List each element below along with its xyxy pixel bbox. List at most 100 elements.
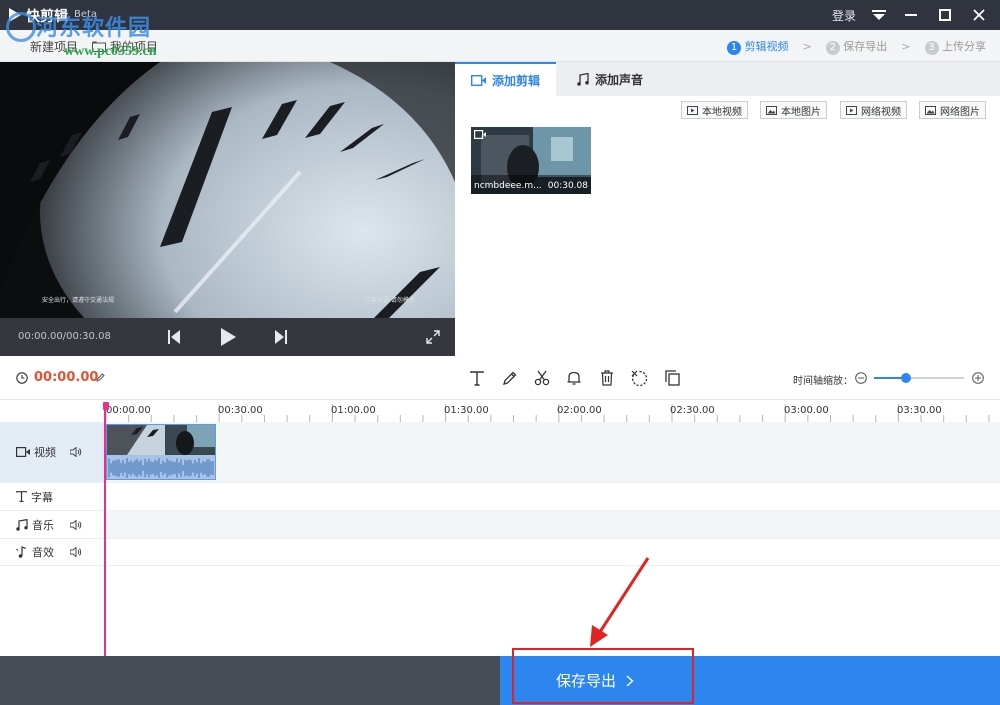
playhead[interactable] [104, 404, 106, 656]
step-edit-label: 剪辑视频 [744, 40, 789, 53]
delete-icon[interactable] [598, 369, 616, 387]
playback-controls: 00:00.00/00:30.08 [0, 318, 455, 356]
music-track: 音乐 [0, 510, 1000, 538]
music-track-label: 音乐 [32, 518, 54, 532]
timeline-clip-thumbnail [107, 425, 215, 479]
step-export-label: 保存导出 [843, 40, 888, 53]
online-image-label: 网络图片 [940, 106, 980, 118]
step-indicator: 1 剪辑视频 > 2 保存导出 > 3 上传分享 [727, 38, 986, 55]
scissors-icon[interactable] [533, 369, 551, 387]
tab-add-clip[interactable]: 添加剪辑 [455, 62, 557, 96]
subtitle-track-body[interactable] [104, 483, 1000, 510]
ruler-tick-label: 01:00.00 [331, 405, 376, 416]
sound-effect-icon [16, 546, 27, 558]
previous-frame-icon[interactable] [165, 328, 183, 346]
clip-duration: 00:30.08 [547, 181, 588, 191]
preview-caption-right: 广告标语 请勿模仿 [365, 297, 415, 304]
media-tabs: 添加剪辑 添加声音 [455, 62, 1000, 96]
sound-effect-track-label: 音效 [32, 546, 54, 559]
zoom-in-icon[interactable] [972, 372, 984, 384]
sound-effect-track-header: 音效 [0, 539, 104, 565]
edit-toolbar: 00:00.00 时间轴缩放： [0, 356, 1000, 400]
pen-tool-icon[interactable] [500, 369, 518, 387]
video-camera-icon [471, 74, 486, 86]
video-track-header: 视频 [0, 422, 104, 482]
timeline-ruler[interactable]: 00:00.00 00:30.00 01:00.00 01:30.00 02:0… [0, 400, 1000, 422]
step-share-label: 上传分享 [942, 40, 986, 53]
music-track-body[interactable] [104, 511, 1000, 538]
timeline-video-clip[interactable] [106, 424, 216, 480]
speaker-icon[interactable] [70, 519, 82, 530]
zoom-slider-knob[interactable] [900, 373, 911, 383]
sound-effect-track: 音效 [0, 538, 1000, 566]
subtitle-track-label: 字幕 [31, 490, 53, 504]
zoom-slider[interactable] [874, 373, 964, 383]
image-file-icon [766, 105, 777, 115]
local-image-label: 本地图片 [781, 106, 821, 118]
text-icon [16, 491, 27, 502]
step-edit: 1 剪辑视频 [727, 38, 789, 55]
speaker-icon[interactable] [70, 447, 82, 457]
video-file-icon [846, 105, 857, 115]
media-panel: 添加剪辑 添加声音 本地视频 本地图片 网络视频 网络图片 ncmbdeee.m… [455, 62, 1000, 356]
step-share: 3 上传分享 [924, 38, 986, 55]
fullscreen-icon[interactable] [424, 328, 442, 346]
online-video-button[interactable]: 网络视频 [840, 101, 907, 119]
login-button[interactable]: 登录 [832, 7, 856, 24]
play-icon[interactable] [219, 328, 237, 346]
split-icon[interactable] [630, 369, 648, 387]
tab-add-clip-label: 添加剪辑 [492, 73, 541, 88]
sound-effect-track-body[interactable] [104, 539, 1000, 565]
clock-icon [16, 372, 28, 384]
menu-icon[interactable] [864, 0, 894, 30]
bell-icon[interactable] [565, 369, 583, 387]
zoom-label: 时间轴缩放： [793, 376, 853, 387]
playhead-handle[interactable] [103, 402, 109, 410]
ruler-tick-label: 03:00.00 [784, 405, 829, 416]
zoom-out-icon[interactable] [855, 372, 867, 384]
subtitle-track-header: 字幕 [0, 483, 104, 510]
tab-add-sound[interactable]: 添加声音 [561, 62, 659, 96]
ruler-tick-label: 03:30.00 [897, 405, 942, 416]
clip-name: ncmbdeee.m... [474, 181, 542, 191]
maximize-icon[interactable] [930, 0, 960, 30]
image-file-icon [925, 105, 936, 115]
current-time: 00:00.00 [34, 370, 99, 385]
online-image-button[interactable]: 网络图片 [919, 101, 986, 119]
local-image-button[interactable]: 本地图片 [760, 101, 827, 119]
video-camera-icon [16, 447, 30, 457]
copy-icon[interactable] [663, 369, 681, 387]
ruler-tick-label: 01:30.00 [444, 405, 489, 416]
annotation-highlight-box [512, 648, 694, 704]
minimize-icon[interactable] [896, 0, 926, 30]
watermark-logo [6, 12, 36, 42]
video-track-label: 视频 [34, 446, 56, 459]
local-video-label: 本地视频 [702, 106, 742, 118]
tab-add-sound-label: 添加声音 [595, 72, 644, 87]
preview-frame [0, 62, 455, 318]
ruler-tick-label: 02:00.00 [557, 405, 602, 416]
next-frame-icon[interactable] [272, 328, 290, 346]
local-video-button[interactable]: 本地视频 [681, 101, 748, 119]
watermark-url: www.pc0359.cn [64, 44, 157, 59]
video-camera-icon [474, 130, 486, 139]
ruler-tick-label: 00:00.00 [106, 405, 151, 416]
preview-caption-left: 安全出行，请遵守交通法规 [42, 297, 115, 304]
close-icon[interactable] [964, 0, 994, 30]
step-export: 2 保存导出 [825, 38, 888, 55]
edit-time-icon[interactable] [96, 373, 105, 382]
text-tool-icon[interactable] [468, 369, 486, 387]
ruler-tick-label: 02:30.00 [670, 405, 715, 416]
bottom-bar: 保存导出 [0, 656, 1000, 705]
speaker-icon[interactable] [70, 547, 82, 557]
ruler-tick-label: 00:30.00 [218, 405, 263, 416]
annotation-arrow [590, 557, 650, 647]
playback-time: 00:00.00/00:30.08 [18, 331, 111, 342]
media-clip[interactable]: ncmbdeee.m... 00:30.08 [471, 127, 591, 194]
watermark-name: 河东软件园 [36, 16, 152, 41]
video-preview: 安全出行，请遵守交通法规 广告标语 请勿模仿 [0, 62, 455, 318]
music-track-header: 音乐 [0, 511, 104, 538]
video-file-icon [687, 105, 698, 115]
music-note-icon [16, 518, 28, 531]
online-video-label: 网络视频 [861, 106, 901, 118]
